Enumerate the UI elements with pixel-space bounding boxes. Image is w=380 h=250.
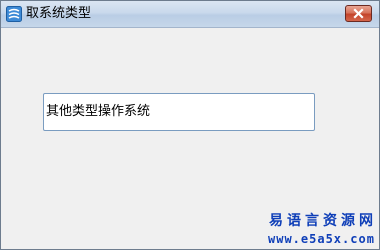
watermark-brand: 易语言资源网 bbox=[269, 213, 377, 229]
close-icon bbox=[353, 8, 364, 19]
close-button[interactable] bbox=[345, 5, 372, 22]
window-title: 取系统类型 bbox=[26, 6, 92, 21]
os-type-field[interactable] bbox=[43, 93, 315, 131]
watermark-url: www.e5a5x.com bbox=[268, 232, 375, 246]
app-window: 取系统类型 易语言资源网 www.e5a5x.com bbox=[0, 0, 380, 250]
title-bar[interactable]: 取系统类型 bbox=[1, 1, 379, 28]
app-icon bbox=[6, 6, 22, 22]
